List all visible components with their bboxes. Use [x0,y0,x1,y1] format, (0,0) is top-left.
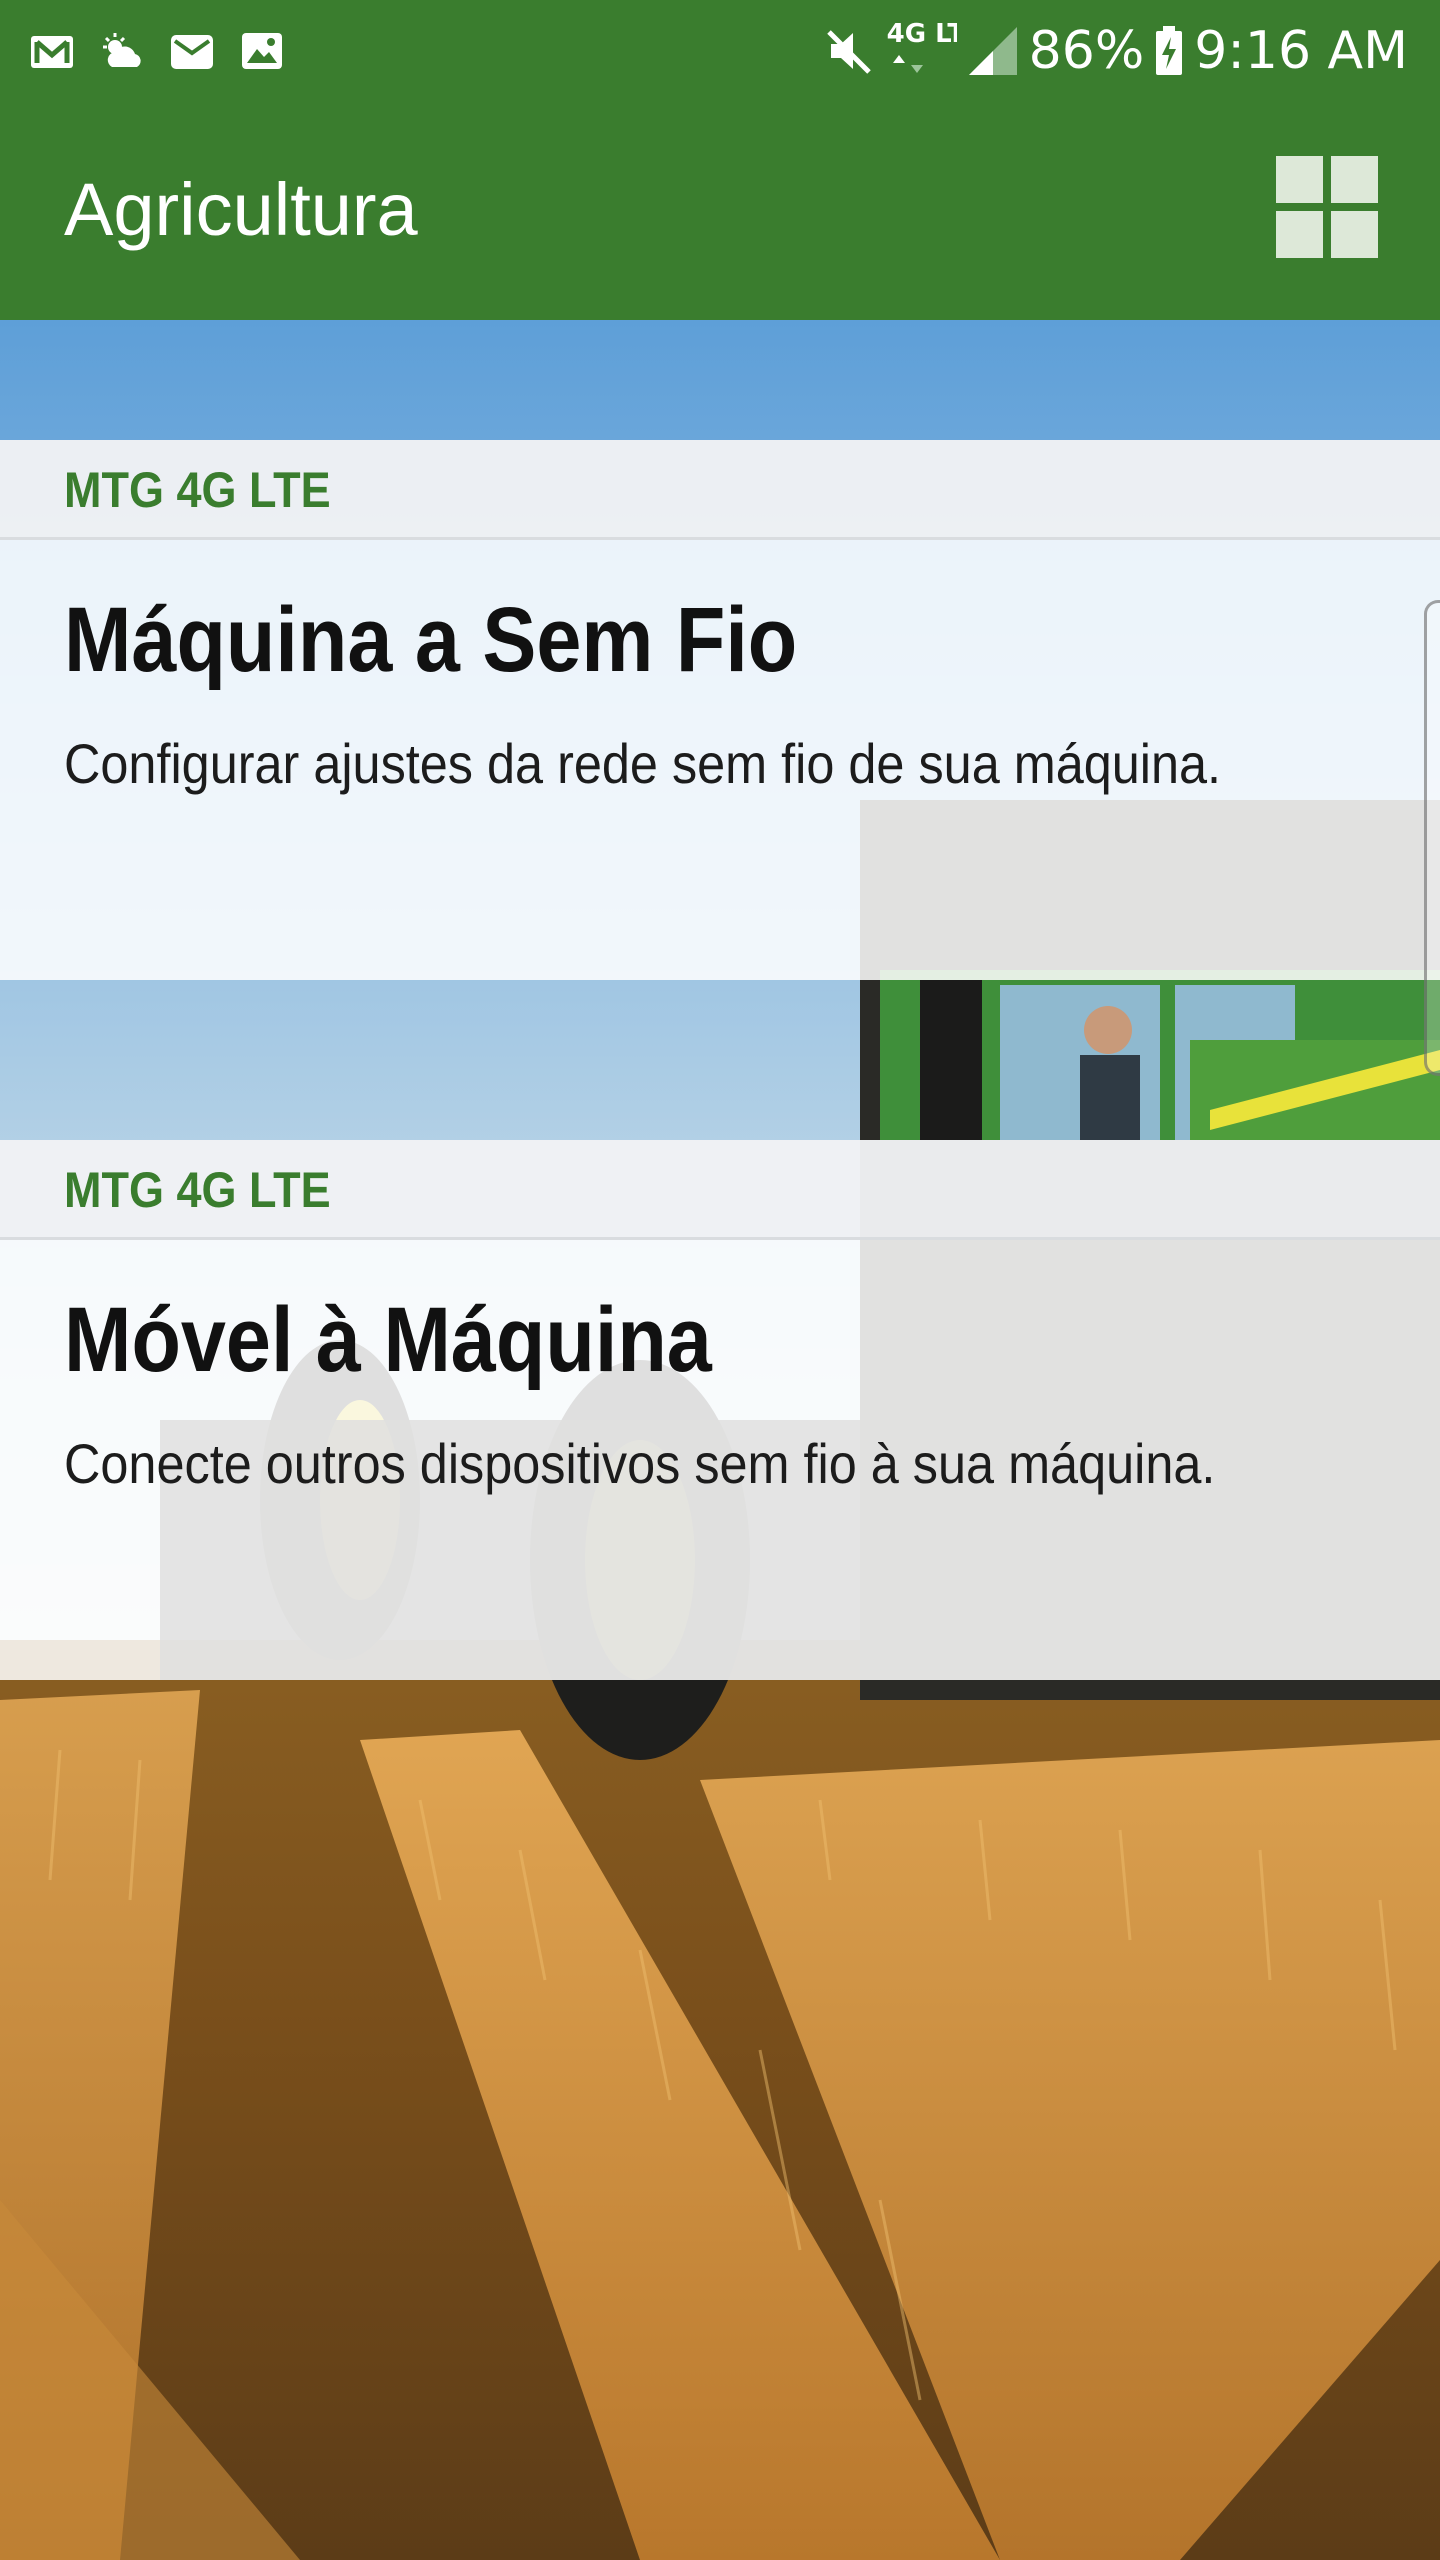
email-icon [171,35,213,69]
card-label: MTG 4G LTE [64,1162,331,1218]
gallery-icon [242,33,282,69]
card-description: Configurar ajustes da rede sem fio de su… [64,732,1222,795]
card-body: Máquina a Sem Fio Configurar ajustes da … [0,540,1440,980]
app-title: Agricultura [64,168,418,251]
card-header: MTG 4G LTE [0,440,1440,540]
signal-icon [968,27,1017,75]
weather-icon [103,33,141,67]
card-label: MTG 4G LTE [64,462,331,518]
grid-icon [1276,156,1378,258]
edge-panel-handle[interactable] [1424,600,1440,1076]
card-mobile-to-machine[interactable]: MTG 4G LTE Móvel à Máquina Conecte outro… [0,1140,1440,1680]
battery-charging-icon [1156,26,1183,75]
card-header: MTG 4G LTE [0,1140,1440,1240]
battery-percent: 86% [1028,21,1145,81]
card-body: Móvel à Máquina Conecte outros dispositi… [0,1240,1440,1680]
card-machine-wireless[interactable]: MTG 4G LTE Máquina a Sem Fio Configurar … [0,440,1440,980]
card-title: Máquina a Sem Fio [64,589,798,691]
mute-icon [826,30,871,74]
grid-menu-button[interactable] [1276,156,1378,258]
card-title: Móvel à Máquina [64,1289,712,1391]
network-type: 4G LTE [887,19,957,79]
gmail-icon [31,36,73,68]
status-bar: 4G LTE 86% 9:16 AM [0,0,1440,100]
app-bar: Agricultura [0,100,1440,320]
lte-icon [892,55,923,73]
card-description: Conecte outros dispositivos sem fio à su… [64,1432,1216,1495]
clock: 9:16 AM [1194,21,1408,81]
